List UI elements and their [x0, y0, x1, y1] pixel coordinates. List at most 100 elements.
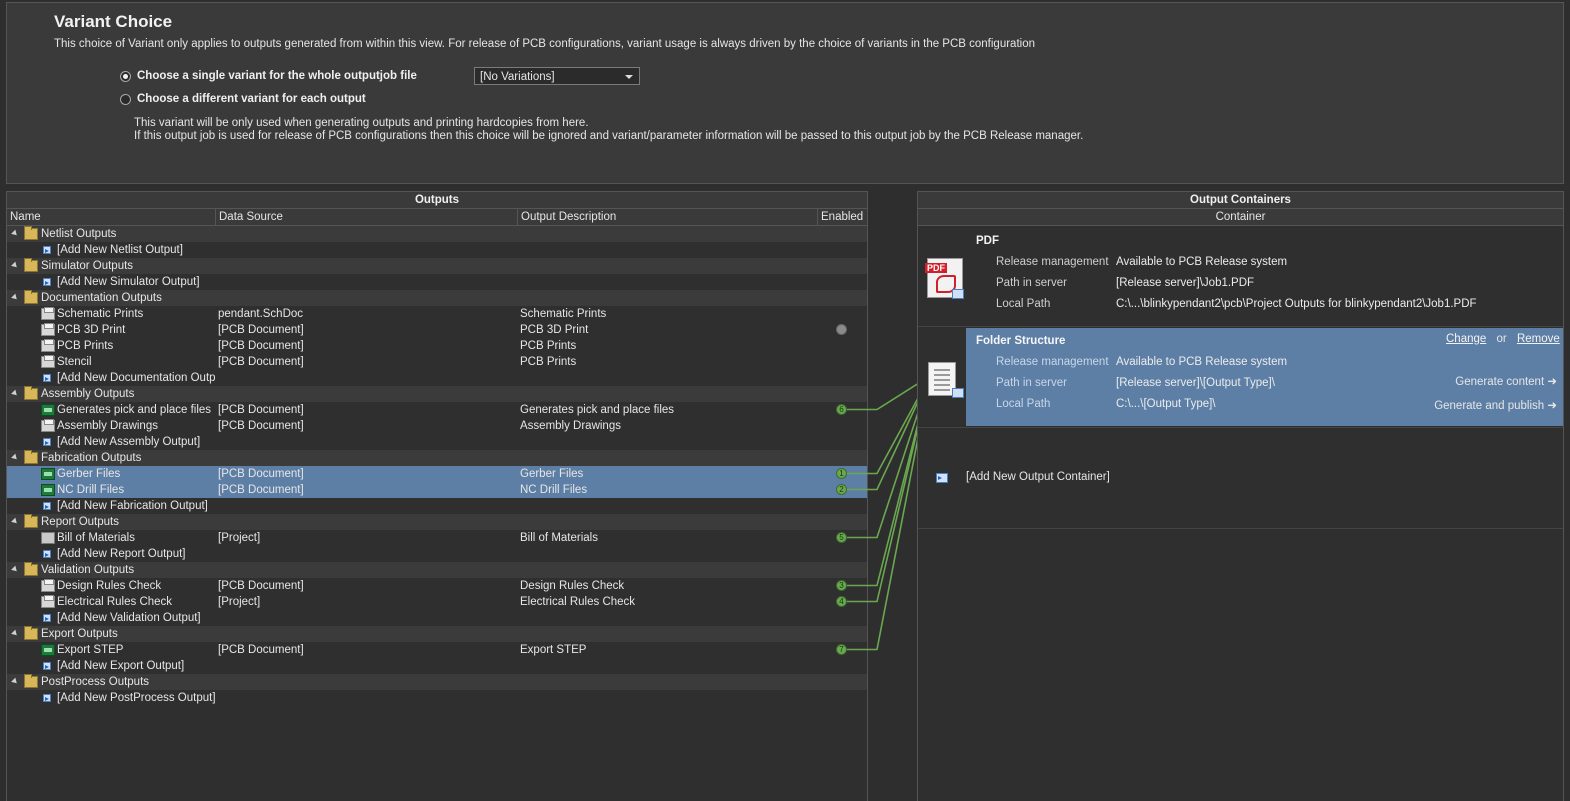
add-output-label[interactable]: [Add New Validation Output]: [57, 610, 215, 626]
output-group-row[interactable]: Export Outputs: [7, 626, 867, 642]
printer-icon: [41, 579, 55, 592]
output-data-source: [PCB Document]: [218, 420, 304, 432]
add-output-label[interactable]: [Add New Netlist Output]: [57, 242, 215, 258]
add-output-label[interactable]: [Add New Export Output]: [57, 658, 215, 674]
output-group-row[interactable]: Validation Outputs: [7, 562, 867, 578]
add-container-row[interactable]: [Add New Output Container]: [918, 428, 1563, 529]
output-containers-title: Output Containers: [918, 192, 1563, 209]
expand-triangle-icon[interactable]: [11, 261, 19, 270]
add-output-label[interactable]: [Add New Assembly Output]: [57, 434, 215, 450]
folder-icon: [24, 450, 38, 464]
enabled-badge[interactable]: 3: [836, 580, 847, 591]
column-container[interactable]: Container: [918, 209, 1563, 225]
output-data-source: [PCB Document]: [218, 324, 304, 336]
output-description: Design Rules Check: [520, 580, 625, 592]
enabled-badge[interactable]: 1: [836, 468, 847, 479]
output-row[interactable]: NC Drill Files [PCB Document] NC Drill Fil…: [7, 482, 867, 498]
output-containers-panel: Output Containers Container PDF Release …: [917, 191, 1564, 801]
expand-triangle-icon[interactable]: [11, 293, 19, 302]
add-output-row[interactable]: [Add New Documentation Outp: [7, 370, 867, 386]
column-enabled[interactable]: Enabled: [817, 209, 863, 225]
chevron-down-icon[interactable]: [625, 75, 633, 79]
pdf-local-label: Local Path: [996, 298, 1051, 310]
expand-triangle-icon[interactable]: [11, 629, 19, 638]
group-name: PostProcess Outputs: [41, 676, 150, 688]
add-output-row[interactable]: [Add New Validation Output]: [7, 610, 867, 626]
generate-publish-button[interactable]: Generate and publish ➜: [1434, 398, 1557, 412]
output-row[interactable]: PCB 3D Print [PCB Document] PCB 3D Print: [7, 322, 867, 338]
output-row[interactable]: Bill of Materials [Project] Bill of Materi…: [7, 530, 867, 546]
generate-content-button[interactable]: Generate content ➜: [1455, 374, 1557, 388]
outputs-panel: Outputs Name Data Source Output Descript…: [6, 191, 868, 801]
disabled-indicator-icon[interactable]: [836, 324, 847, 335]
folder-checked-icon: [952, 388, 964, 398]
expand-triangle-icon[interactable]: [11, 389, 19, 398]
column-name[interactable]: Name: [7, 209, 41, 225]
output-name: Assembly Drawings: [57, 420, 158, 432]
printer-icon: [41, 419, 55, 432]
output-group-row[interactable]: Fabrication Outputs: [7, 450, 867, 466]
printer-icon: [41, 307, 55, 320]
add-output-row[interactable]: [Add New Fabrication Output]: [7, 498, 867, 514]
add-output-label[interactable]: [Add New Report Output]: [57, 546, 215, 562]
folder-icon: [24, 626, 38, 640]
chip-icon: [41, 468, 55, 480]
option-single-variant[interactable]: Choose a single variant for the whole ou…: [120, 70, 417, 82]
pdf-container[interactable]: PDF Release management Available to PCB …: [918, 226, 1563, 327]
radio-single-variant[interactable]: [120, 70, 131, 82]
output-group-row[interactable]: Netlist Outputs: [7, 226, 867, 242]
variant-select[interactable]: [No Variations]: [474, 67, 640, 85]
add-output-label[interactable]: [Add New Fabrication Output]: [57, 498, 215, 514]
add-icon: [43, 246, 51, 254]
output-row[interactable]: Design Rules Check [PCB Document] Design R…: [7, 578, 867, 594]
enabled-badge[interactable]: 6: [836, 404, 847, 415]
expand-triangle-icon[interactable]: [11, 453, 19, 462]
output-group-row[interactable]: Report Outputs: [7, 514, 867, 530]
output-row[interactable]: Schematic Prints pendant.SchDoc Schematic …: [7, 306, 867, 322]
expand-triangle-icon[interactable]: [11, 517, 19, 526]
expand-triangle-icon[interactable]: [11, 677, 19, 686]
add-output-row[interactable]: [Add New PostProcess Output]: [7, 690, 867, 706]
add-new-output-container[interactable]: [Add New Output Container]: [966, 471, 1110, 483]
pdf-server-label: Path in server: [996, 277, 1067, 289]
output-description: Electrical Rules Check: [520, 596, 636, 608]
radio-each-variant[interactable]: [120, 93, 131, 105]
output-row[interactable]: Assembly Drawings [PCB Document] Assembly …: [7, 418, 867, 434]
variant-choice-panel: Variant Choice This choice of Variant on…: [6, 2, 1564, 184]
add-output-row[interactable]: [Add New Export Output]: [7, 658, 867, 674]
add-output-row[interactable]: [Add New Netlist Output]: [7, 242, 867, 258]
output-row[interactable]: Generates pick and place files [PCB Docum…: [7, 402, 867, 418]
folder-release-label: Release management: [996, 356, 1109, 368]
output-row[interactable]: Gerber Files [PCB Document] Gerber Files 1: [7, 466, 867, 482]
column-output-description[interactable]: Output Description: [517, 209, 616, 225]
folder-icon: [24, 514, 38, 528]
enabled-badge[interactable]: 5: [836, 532, 847, 543]
add-output-label[interactable]: [Add New PostProcess Output]: [57, 690, 215, 706]
expand-triangle-icon[interactable]: [11, 565, 19, 574]
output-group-row[interactable]: Documentation Outputs: [7, 290, 867, 306]
output-group-row[interactable]: Simulator Outputs: [7, 258, 867, 274]
add-output-row[interactable]: [Add New Simulator Output]: [7, 274, 867, 290]
chip-icon: [41, 644, 55, 656]
printer-icon: [41, 595, 55, 608]
output-row[interactable]: PCB Prints [PCB Document] PCB Prints: [7, 338, 867, 354]
expand-triangle-icon[interactable]: [11, 229, 19, 238]
enabled-badge[interactable]: 2: [836, 484, 847, 495]
add-output-row[interactable]: [Add New Report Output]: [7, 546, 867, 562]
enabled-badge[interactable]: 4: [836, 596, 847, 607]
output-group-row[interactable]: PostProcess Outputs: [7, 674, 867, 690]
add-output-label[interactable]: [Add New Simulator Output]: [57, 274, 215, 290]
remove-link[interactable]: Remove: [1517, 333, 1560, 345]
add-output-row[interactable]: [Add New Assembly Output]: [7, 434, 867, 450]
add-output-label[interactable]: [Add New Documentation Outp: [57, 370, 215, 386]
folder-structure-container[interactable]: Folder Structure Change or Remove Releas…: [966, 328, 1563, 426]
output-group-row[interactable]: Assembly Outputs: [7, 386, 867, 402]
output-row[interactable]: Electrical Rules Check [Project] Electrica…: [7, 594, 867, 610]
output-row[interactable]: Stencil [PCB Document] PCB Prints: [7, 354, 867, 370]
output-row[interactable]: Export STEP [PCB Document] Export STEP 7: [7, 642, 867, 658]
change-link[interactable]: Change: [1446, 333, 1486, 345]
option-each-variant[interactable]: Choose a different variant for each outp…: [120, 93, 366, 105]
variant-choice-description: This choice of Variant only applies to o…: [54, 38, 1035, 50]
enabled-badge[interactable]: 7: [836, 644, 847, 655]
column-data-source[interactable]: Data Source: [215, 209, 283, 225]
